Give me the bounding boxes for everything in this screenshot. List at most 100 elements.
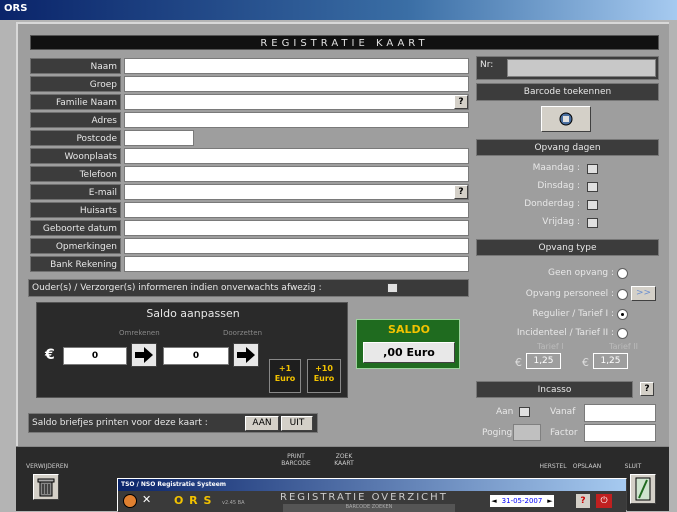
bank-rekening-input[interactable] <box>124 256 469 272</box>
saldo-value: ,00 Euro <box>363 342 455 363</box>
overlay-window[interactable]: TSO / NSO Registratie Systeem ✕ O R S v2… <box>117 478 627 512</box>
poging-label: Poging <box>482 428 513 438</box>
window-titlebar: ORS <box>0 0 677 20</box>
doorzetten-arrow-button[interactable] <box>233 343 259 367</box>
page-title: REGISTRATIE KAART <box>30 35 659 50</box>
overlay-heading: REGISTRATIE OVERZICHT <box>280 492 448 503</box>
omrekenen-arrow-button[interactable] <box>131 343 157 367</box>
label-woonplaats: Woonplaats <box>30 148 121 164</box>
type-label-regulier: Regulier / Tarief I : <box>532 309 614 319</box>
radio-opvang-personeel[interactable] <box>617 289 628 300</box>
opslaan-label: OPSLAAN <box>572 463 602 470</box>
print-barcode-label: PRINT BARCODE <box>281 453 311 467</box>
incasso-aan-label: Aan <box>496 407 514 417</box>
print-aan-button[interactable]: AAN <box>245 416 279 431</box>
print-row: Saldo briefjes printen voor deze kaart :… <box>28 413 318 433</box>
day-checkbox-vrijdag[interactable] <box>587 218 598 228</box>
nr-field[interactable] <box>507 59 656 77</box>
telefoon-input[interactable] <box>124 166 469 182</box>
label-opmerkingen: Opmerkingen <box>30 238 121 254</box>
day-label-dinsdag: Dinsdag : <box>537 181 580 191</box>
saldo-panel: Saldo aanpassen Omrekenen Doorzetten € 0… <box>36 302 348 398</box>
saldo-converted-input[interactable]: 0 <box>163 347 229 365</box>
overlay-help-button[interactable]: ? <box>576 494 590 508</box>
overlay-titlebar: TSO / NSO Registratie Systeem <box>118 479 626 491</box>
adres-input[interactable] <box>124 112 469 128</box>
poging-input[interactable] <box>513 424 541 441</box>
print-label: Saldo briefjes printen voor deze kaart : <box>32 418 208 428</box>
tarief1-label: Tarief I <box>537 342 564 351</box>
saldo-amount-input[interactable]: 0 <box>63 347 127 365</box>
label-geboorte-datum: Geboorte datum <box>30 220 121 236</box>
incasso-help-button[interactable]: ? <box>640 382 654 396</box>
radio-incidenteel[interactable] <box>617 328 628 339</box>
omrekenen-label: Omrekenen <box>119 329 160 337</box>
label-telefoon: Telefoon <box>30 166 121 182</box>
barcode-toekennen-button[interactable]: Barcode toekennen <box>476 83 659 101</box>
opmerkingen-input[interactable] <box>124 238 469 254</box>
tarief2-input[interactable]: 1,25 <box>593 353 628 369</box>
notify-checkbox[interactable] <box>387 283 398 293</box>
day-label-maandag: Maandag : <box>532 163 580 173</box>
date-next-button[interactable]: ► <box>546 495 554 507</box>
tarief2-label: Tarief II <box>609 342 638 351</box>
type-label-opvang-personeel: Opvang personeel : <box>525 289 614 299</box>
radio-geen-opvang[interactable] <box>617 268 628 279</box>
overlay-toolbar: ✕ O R S v2.45 BA REGISTRATIE OVERZICHT B… <box>118 491 626 512</box>
factor-label: Factor <box>550 428 578 438</box>
familie-naam-input[interactable] <box>124 94 469 110</box>
barcode-scan-button[interactable] <box>541 106 591 132</box>
email-input[interactable] <box>124 184 469 200</box>
naam-input[interactable] <box>124 58 469 74</box>
notify-row: Ouder(s) / Verzorger(s) informeren indie… <box>28 279 469 297</box>
zoek-kaart-label: ZOEK KAART <box>334 453 354 467</box>
plus-10-euro-button[interactable]: +10 Euro <box>307 359 341 393</box>
familie-naam-help-button[interactable]: ? <box>454 95 468 109</box>
incasso-header: Incasso <box>476 381 633 398</box>
geboorte-datum-input[interactable] <box>124 220 469 236</box>
day-checkbox-dinsdag[interactable] <box>587 182 598 192</box>
day-label-vrijdag: Vrijdag : <box>542 217 580 227</box>
tarief2-euro-sign: € <box>582 356 589 369</box>
plus-1-euro-button[interactable]: +1 Euro <box>269 359 301 393</box>
postcode-input[interactable] <box>124 130 194 146</box>
sluit-button[interactable] <box>630 474 656 504</box>
sluit-label: SLUIT <box>624 463 642 470</box>
notify-label: Ouder(s) / Verzorger(s) informeren indie… <box>32 283 322 293</box>
opvang-dagen-header: Opvang dagen <box>476 139 659 156</box>
euro-sign: € <box>45 347 55 363</box>
incasso-aan-checkbox[interactable] <box>519 407 530 417</box>
vanaf-input[interactable] <box>584 404 656 422</box>
saldo-label: SALDO <box>388 323 430 336</box>
verwijderen-label: VERWIJDEREN <box>26 463 69 470</box>
woonplaats-input[interactable] <box>124 148 469 164</box>
saldo-panel-title: Saldo aanpassen <box>146 307 240 320</box>
overlay-logo: O R S <box>174 494 213 507</box>
nr-label: Nr: <box>480 60 494 70</box>
radio-regulier[interactable] <box>617 309 628 320</box>
opvang-personeel-more-button[interactable]: >> <box>631 286 656 301</box>
groep-input[interactable] <box>124 76 469 92</box>
day-checkbox-maandag[interactable] <box>587 164 598 174</box>
arrow-right-icon <box>237 347 255 363</box>
label-bank-rekening: Bank Rekening <box>30 256 121 272</box>
factor-input[interactable] <box>584 424 656 442</box>
tools-icon[interactable]: ✕ <box>142 493 151 506</box>
email-help-button[interactable]: ? <box>454 185 468 199</box>
overlay-date-field[interactable]: 31-05-2007 <box>498 495 546 507</box>
tarief1-euro-sign: € <box>515 356 522 369</box>
doorzetten-label: Doorzetten <box>223 329 263 337</box>
print-uit-button[interactable]: UIT <box>281 416 313 431</box>
tarief1-input[interactable]: 1,25 <box>526 353 561 369</box>
date-prev-button[interactable]: ◄ <box>490 495 498 507</box>
overlay-version: v2.45 BA <box>222 500 245 506</box>
power-icon[interactable]: ⏻ <box>596 494 612 508</box>
day-checkbox-donderdag[interactable] <box>587 200 598 210</box>
arrow-right-icon <box>135 347 153 363</box>
type-label-geen-opvang: Geen opvang : <box>548 268 614 278</box>
huisarts-input[interactable] <box>124 202 469 218</box>
label-groep: Groep <box>30 76 121 92</box>
verwijderen-button[interactable] <box>33 474 59 500</box>
opvang-type-header: Opvang type <box>476 239 659 256</box>
label-naam: Naam <box>30 58 121 74</box>
